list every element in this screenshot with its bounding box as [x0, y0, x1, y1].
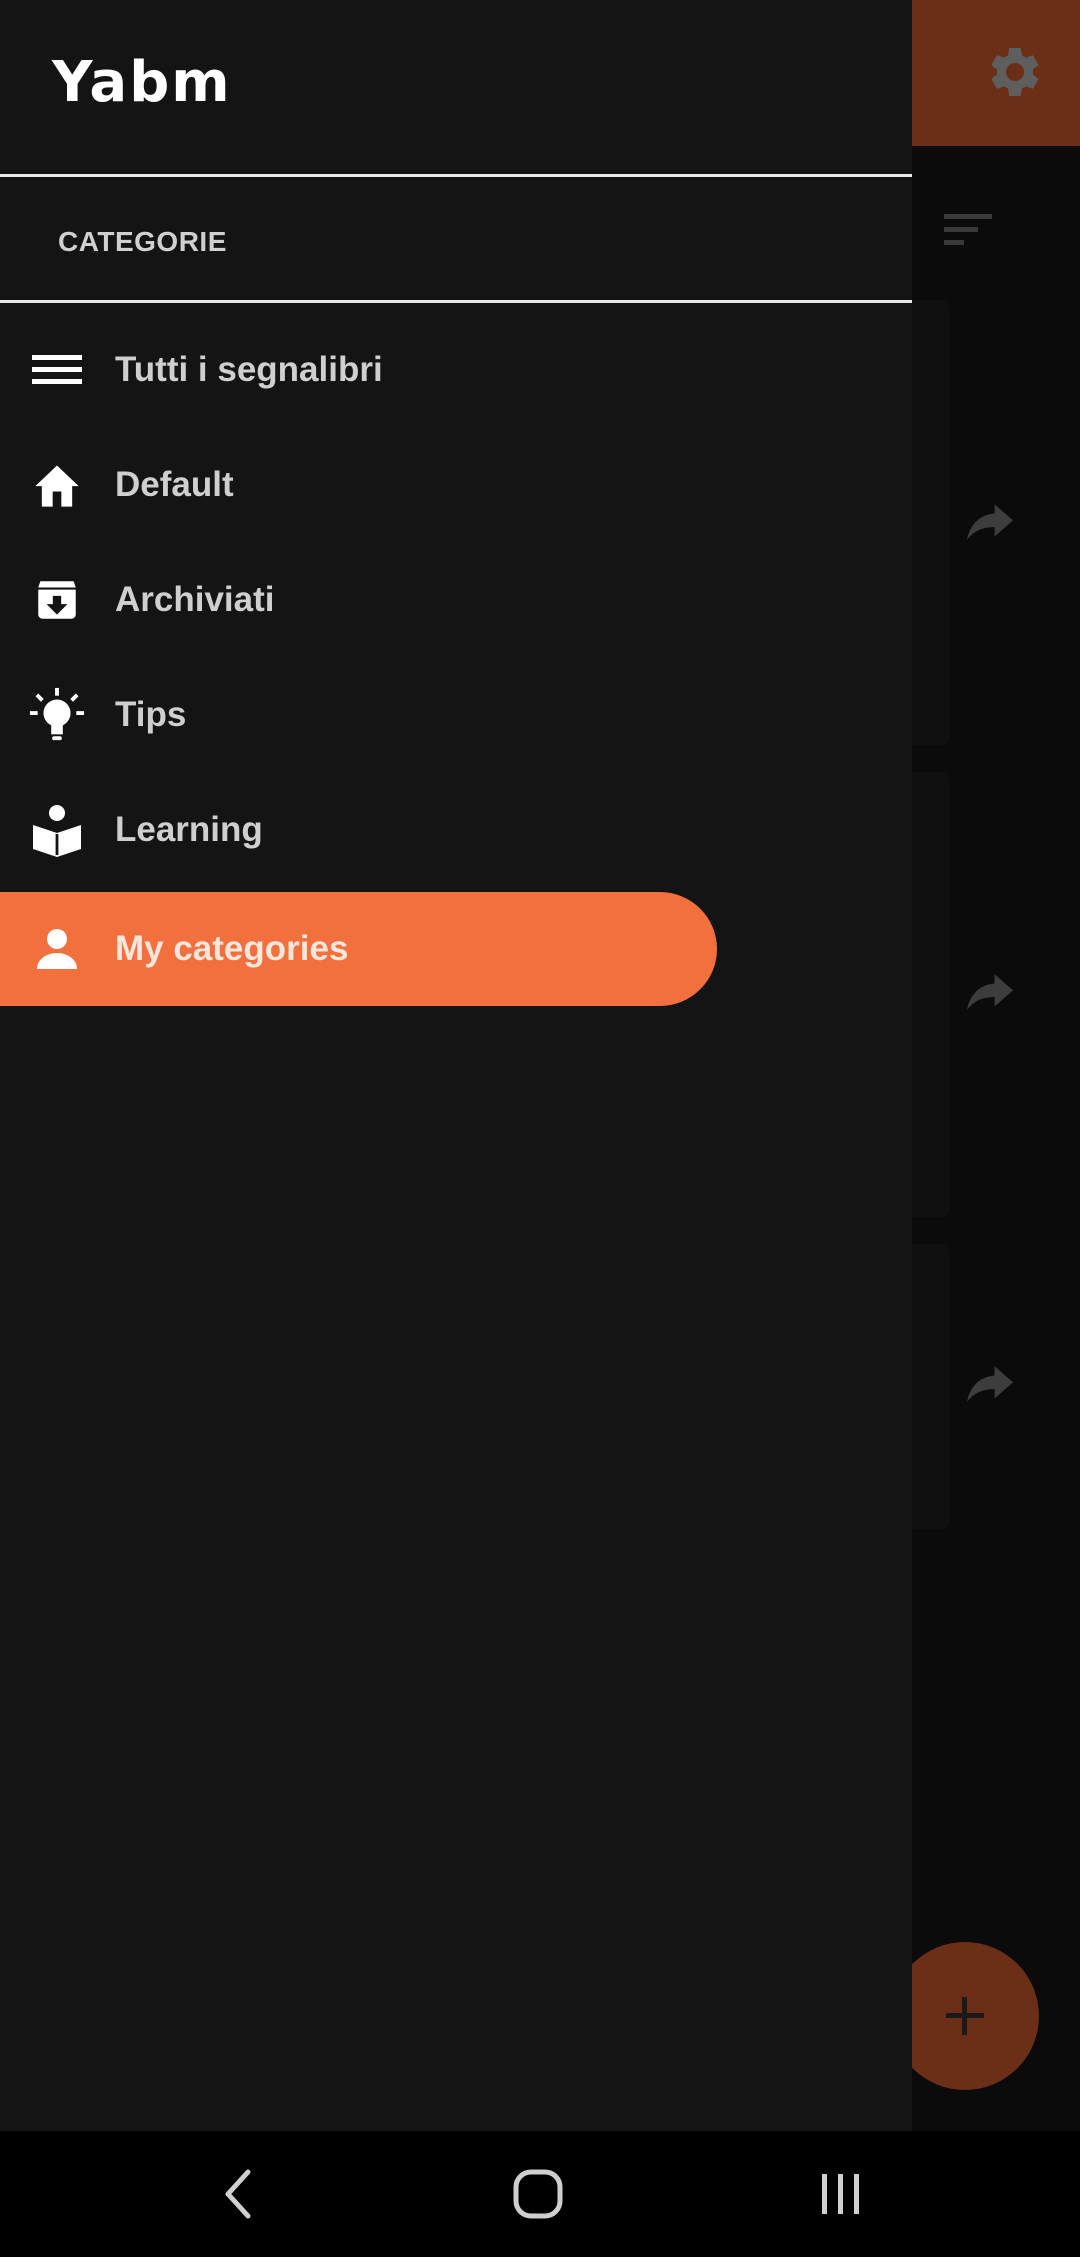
drawer-item-archived[interactable]: Archiviati: [0, 543, 912, 657]
lightbulb-icon: [28, 686, 86, 744]
book-reader-icon: [28, 801, 86, 859]
drawer-item-default[interactable]: Default: [0, 428, 912, 542]
home-icon: [28, 456, 86, 514]
back-icon[interactable]: [203, 2161, 273, 2227]
drawer-item-learning[interactable]: Learning: [0, 773, 912, 887]
drawer-item-label: Tips: [115, 695, 187, 734]
share-icon[interactable]: [962, 972, 1018, 1018]
settings-icon[interactable]: [985, 42, 1045, 102]
drawer-item-my-categories[interactable]: My categories: [0, 892, 717, 1006]
add-icon: [946, 1997, 984, 2035]
drawer-item-label: Tutti i segnalibri: [115, 350, 383, 389]
section-header: CATEGORIE: [58, 226, 227, 257]
person-icon: [28, 920, 86, 978]
divider: [0, 300, 912, 303]
recents-icon[interactable]: [806, 2161, 876, 2227]
divider: [0, 174, 912, 177]
drawer-item-label: Default: [115, 465, 234, 504]
share-icon[interactable]: [962, 502, 1018, 548]
drawer-item-label: My categories: [115, 929, 349, 968]
sort-icon[interactable]: [942, 210, 996, 250]
home-circle-icon[interactable]: [503, 2161, 573, 2227]
system-navigation-bar: [0, 2131, 1080, 2257]
archive-icon: [28, 571, 86, 629]
screen: Yabm CATEGORIE Tutti i segnalibri Defaul…: [0, 0, 1080, 2257]
navigation-drawer: Yabm CATEGORIE Tutti i segnalibri Defaul…: [0, 0, 912, 2131]
add-bookmark-fab[interactable]: [891, 1942, 1039, 2090]
drawer-item-all-bookmarks[interactable]: Tutti i segnalibri: [0, 313, 912, 427]
share-icon[interactable]: [962, 1364, 1018, 1410]
menu-icon: [28, 341, 86, 399]
drawer-item-label: Learning: [115, 810, 263, 849]
drawer-item-tips[interactable]: Tips: [0, 658, 912, 772]
drawer-item-label: Archiviati: [115, 580, 275, 619]
app-title: Yabm: [52, 50, 232, 115]
